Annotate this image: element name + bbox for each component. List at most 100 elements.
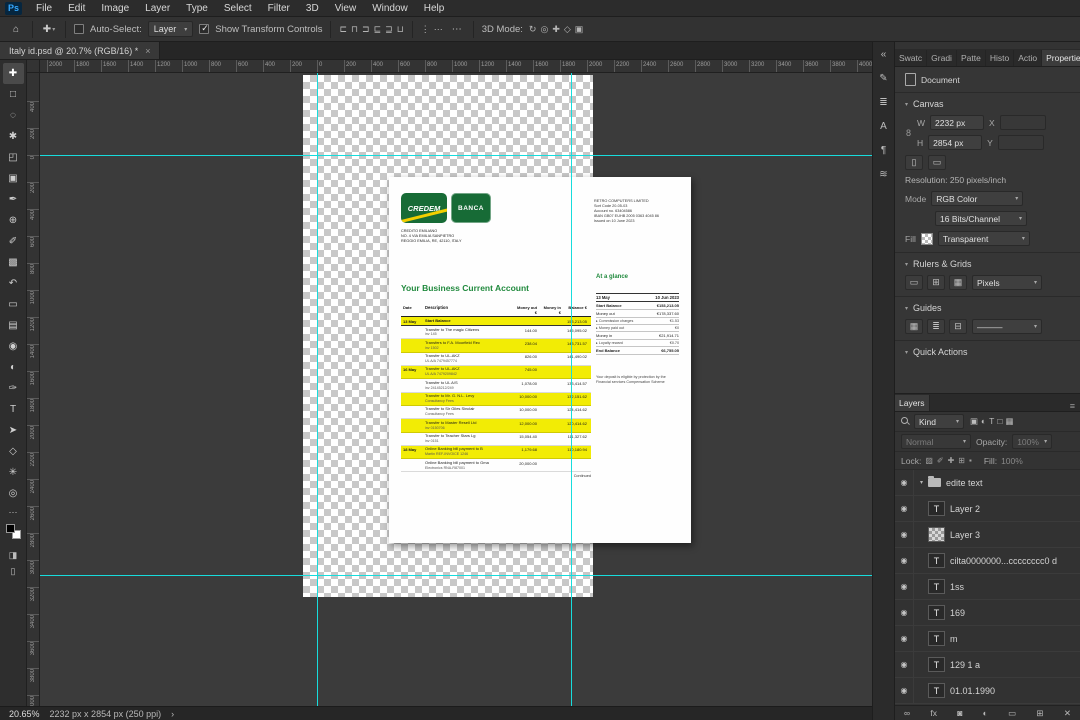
opacity-field[interactable]: 100% ▾ <box>1012 434 1053 449</box>
healing-brush-tool[interactable]: ⊕ <box>3 210 24 231</box>
zoom-level-field[interactable]: 20.65% <box>9 709 40 719</box>
menu-item[interactable]: Type <box>178 0 216 17</box>
crop-tool[interactable]: ◰ <box>3 147 24 168</box>
visibility-toggle[interactable]: ◉ <box>895 574 914 599</box>
quick-mask-icon[interactable]: ◨ <box>9 550 18 561</box>
fill-dropdown[interactable]: Transparent ▾ <box>937 231 1030 246</box>
panel-tab[interactable]: Gradi <box>927 50 957 66</box>
distribute-vertical-icon[interactable]: ⋮ <box>421 24 430 35</box>
filter-shape-layers-icon[interactable]: □ <box>997 416 1002 427</box>
menu-item[interactable]: Help <box>416 0 453 17</box>
quick-selection-tool[interactable]: ✱ <box>3 126 24 147</box>
height-field[interactable]: 2854 px <box>928 135 983 150</box>
filter-smart-objects-icon[interactable]: ▦ <box>1006 416 1014 427</box>
blur-tool[interactable]: ◉ <box>3 336 24 357</box>
panel-tab[interactable]: Patte <box>957 50 986 66</box>
panel-menu-icon[interactable]: ≡ <box>1065 401 1080 411</box>
eyedropper-tool[interactable]: ✒ <box>3 189 24 210</box>
layer-effects-icon[interactable]: fx <box>930 708 937 718</box>
filter-pixel-layers-icon[interactable]: ▣ <box>970 416 978 427</box>
3d-roll-icon[interactable]: ◎ <box>540 24 548 35</box>
layer-row[interactable]: ◉ ▾ T 129 1 a <box>895 652 1080 678</box>
lock-position-icon[interactable]: ✚ <box>948 456 955 465</box>
menu-item[interactable]: Layer <box>137 0 178 17</box>
vertical-guide[interactable] <box>571 73 572 706</box>
canvas-section-header[interactable]: ▾ Canvas <box>905 99 1070 109</box>
quick-actions-section-header[interactable]: ▾ Quick Actions <box>905 347 1070 357</box>
type-tool[interactable]: T <box>3 399 24 420</box>
layer-row[interactable]: ◉ ▾ T 1ss <box>895 574 1080 600</box>
lock-pixels-icon[interactable]: ✐ <box>937 456 944 465</box>
move-tool[interactable]: ✚ <box>2 63 24 84</box>
menu-item[interactable]: 3D <box>298 0 327 17</box>
panel-tab[interactable]: Actio <box>1014 50 1043 66</box>
visibility-toggle[interactable]: ◉ <box>895 522 914 547</box>
align-right-icon[interactable]: ⊐ <box>362 24 370 35</box>
align-bottom-icon[interactable]: ⊔ <box>397 24 404 35</box>
clone-source-panel-icon[interactable]: ≣ <box>879 97 887 108</box>
marquee-tool[interactable]: □ <box>3 84 24 105</box>
width-field[interactable]: 2232 px <box>930 115 985 130</box>
menu-item[interactable]: Filter <box>260 0 298 17</box>
clone-stamp-tool[interactable]: ▩ <box>3 252 24 273</box>
menu-item[interactable]: View <box>327 0 365 17</box>
vertical-ruler[interactable]: 400 200 0 200 400 600 800 1000 1200 1400 1600 1800 2… <box>27 73 40 706</box>
grid-toggle-icon[interactable]: ⊞ <box>927 275 945 290</box>
lock-artboard-icon[interactable]: ⊞ <box>958 456 965 465</box>
vertical-guide[interactable] <box>317 73 318 706</box>
more-options-icon[interactable]: ⋯ <box>449 20 465 38</box>
layer-row[interactable]: ◉ ▾ T Layer 2 <box>895 496 1080 522</box>
add-guide-icon[interactable]: ▦ <box>905 319 923 334</box>
gradient-tool[interactable]: ▤ <box>3 315 24 336</box>
tab-layers[interactable]: Layers <box>895 395 930 411</box>
layer-row[interactable]: ◉ ▾ T m <box>895 626 1080 652</box>
orientation-landscape-button[interactable]: ▭ <box>928 155 946 170</box>
status-chevron-icon[interactable]: › <box>171 709 174 719</box>
brush-tool[interactable]: ✐ <box>3 231 24 252</box>
delete-layer-icon[interactable]: ✕ <box>1064 708 1071 719</box>
group-expand-icon[interactable]: ▾ <box>920 479 923 486</box>
pen-tool[interactable]: ✑ <box>3 378 24 399</box>
move-tool-icon[interactable]: ✚ ▾ <box>41 20 57 38</box>
layer-row[interactable]: ◉ ▾ T Layer 3 <box>895 522 1080 548</box>
libraries-panel-icon[interactable]: ≋ <box>879 169 887 180</box>
collapse-dock-icon[interactable]: « <box>881 49 887 60</box>
brush-settings-panel-icon[interactable]: ✎ <box>879 73 887 84</box>
3d-rotate-icon[interactable]: ↻ <box>529 24 537 35</box>
bit-depth-dropdown[interactable]: 16 Bits/Channel ▾ <box>935 211 1027 226</box>
visibility-toggle[interactable]: ◉ <box>895 652 914 677</box>
lasso-tool[interactable]: ◌ <box>3 105 24 126</box>
layer-row[interactable]: ◉ ▾ T 01.01.1990 <box>895 678 1080 704</box>
auto-select-checkbox[interactable] <box>74 24 84 34</box>
eraser-tool[interactable]: ▭ <box>3 294 24 315</box>
canvas-viewport[interactable]: CREDEM BANCA CREDITO EMILIANO NO. 4 VIA E… <box>40 73 872 706</box>
menu-item[interactable]: Image <box>93 0 137 17</box>
horizontal-guide[interactable] <box>40 575 872 576</box>
color-mode-dropdown[interactable]: RGB Color ▾ <box>931 191 1024 206</box>
edit-toolbar-icon[interactable]: ⋯ <box>9 507 18 518</box>
paragraph-panel-icon[interactable]: ¶ <box>881 145 886 156</box>
zoom-tool[interactable]: ◎ <box>3 483 24 504</box>
snap-toggle-icon[interactable]: ▦ <box>949 275 967 290</box>
visibility-toggle[interactable]: ◉ <box>895 678 914 703</box>
align-top-icon[interactable]: ⊑ <box>374 24 382 35</box>
horizontal-guide[interactable] <box>40 155 872 156</box>
foreground-color-swatch[interactable] <box>5 524 15 533</box>
visibility-toggle[interactable]: ◉ <box>895 496 914 521</box>
ruler-toggle-icon[interactable]: ▭ <box>905 275 923 290</box>
constrain-link-icon[interactable]: 8 <box>906 128 911 138</box>
character-panel-icon[interactable]: A <box>880 121 887 132</box>
new-layer-icon[interactable]: ⊞ <box>1036 708 1043 719</box>
fill-value[interactable]: 100% <box>1001 456 1023 466</box>
align-left-icon[interactable]: ⊏ <box>339 24 347 35</box>
distribute-horizontal-icon[interactable]: ⋯ <box>434 24 443 35</box>
hand-tool[interactable]: ✳ <box>3 462 24 483</box>
layer-row[interactable]: ◉ ▾ T edite text <box>895 470 1080 496</box>
align-center-h-icon[interactable]: ⊓ <box>351 24 358 35</box>
y-field[interactable] <box>997 135 1044 150</box>
layer-row[interactable]: ◉ ▾ T 169 <box>895 600 1080 626</box>
history-brush-tool[interactable]: ↶ <box>3 273 24 294</box>
screen-mode-icon[interactable]: ▯ <box>11 566 16 577</box>
layer-row[interactable]: ◉ ▾ T cilta0000000...cccccccc0 d <box>895 548 1080 574</box>
horizontal-ruler[interactable]: 2000 1800 1600 1400 1200 1000 800 600 400 200 0 200… <box>40 60 872 73</box>
